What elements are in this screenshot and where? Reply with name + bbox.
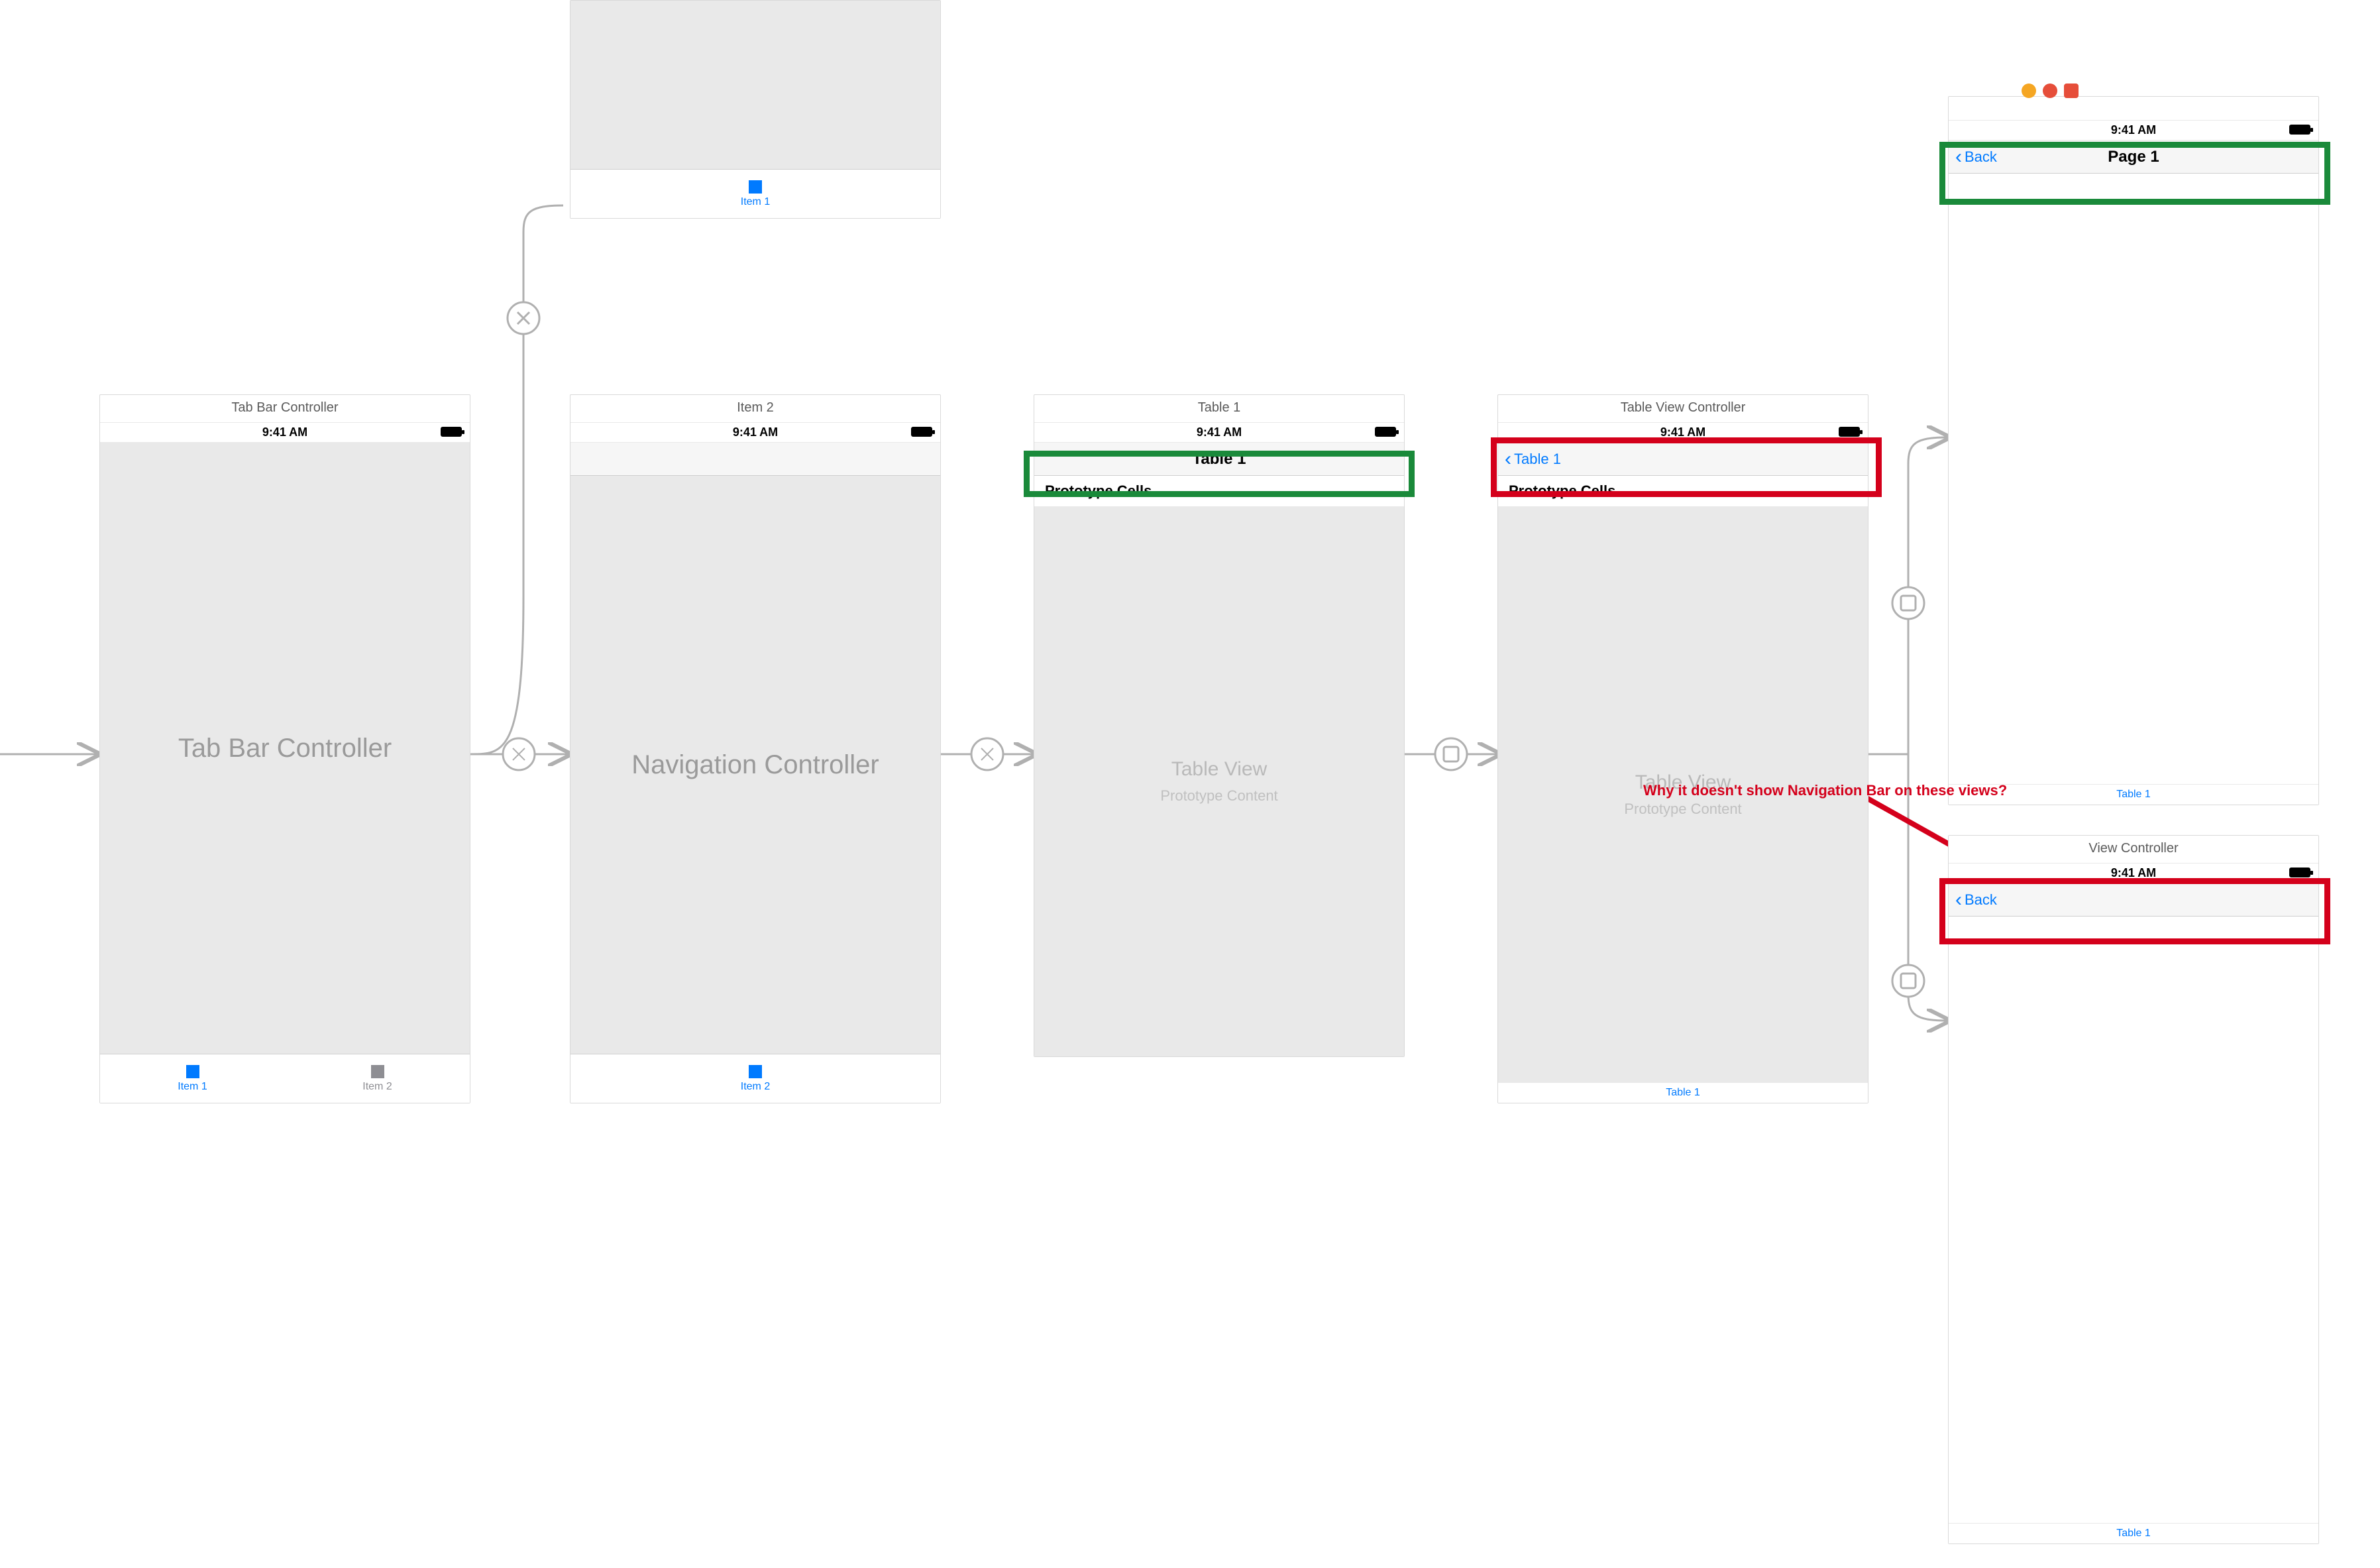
scene-title: Table 1: [1034, 395, 1404, 423]
dock-red-icon: [2043, 84, 2057, 98]
square-icon: [749, 180, 762, 194]
battery-icon: [1375, 427, 1396, 437]
tab-item-2[interactable]: Item 2: [285, 1054, 470, 1103]
prototype-cells-header: Prototype Cells: [1034, 476, 1404, 506]
scene-item1-partial[interactable]: Item 1: [570, 0, 941, 219]
navigation-bar: ‹ Back Page 1: [1949, 140, 2318, 174]
status-bar: 9:41 AM: [1949, 121, 2318, 140]
back-button[interactable]: ‹ Back: [1955, 147, 1997, 167]
status-bar: 9:41 AM: [1498, 423, 1868, 443]
navigation-bar: [570, 443, 940, 476]
square-icon: [371, 1065, 384, 1078]
chevron-left-icon: ‹: [1955, 147, 1962, 167]
status-bar: 9:41 AM: [1949, 864, 2318, 883]
tab-label: Item 1: [178, 1081, 207, 1093]
back-label: Back: [1965, 891, 1997, 909]
time-label: 9:41 AM: [1197, 425, 1242, 439]
tab-bar: Item 1 Item 2: [100, 1054, 470, 1103]
scene-dock-controls: [2022, 84, 2079, 98]
scene-table1[interactable]: Table 1 9:41 AM Table 1 Prototype Cells …: [1034, 394, 1405, 1057]
time-label: 9:41 AM: [733, 425, 778, 439]
back-button[interactable]: ‹ Back: [1955, 890, 1997, 910]
time-label: 9:41 AM: [262, 425, 307, 439]
back-button[interactable]: ‹ Table 1: [1505, 449, 1561, 469]
annotation-text: Why it doesn't show Navigation Bar on th…: [1643, 782, 2041, 799]
battery-icon: [2289, 868, 2310, 877]
scene-title: Item 2: [570, 395, 940, 423]
scene-title: View Controller: [1949, 836, 2318, 864]
scene-title: Table View Controller: [1498, 395, 1868, 423]
prototype-content-label: Prototype Content: [1624, 801, 1741, 818]
chevron-left-icon: ‹: [1505, 449, 1511, 469]
scene-table-view-controller[interactable]: Table View Controller 9:41 AM ‹ Table 1 …: [1497, 394, 1868, 1103]
controller-label: Navigation Controller: [631, 750, 879, 780]
navigation-bar: ‹ Table 1: [1498, 443, 1868, 476]
tab-label: Item 2: [362, 1081, 392, 1093]
tab-item-1[interactable]: Item 1: [570, 170, 940, 218]
scene-tab-bar-controller[interactable]: Tab Bar Controller 9:41 AM Tab Bar Contr…: [99, 394, 470, 1103]
controller-label: Tab Bar Controller: [178, 734, 392, 763]
scene-navigation-controller[interactable]: Item 2 9:41 AM Navigation Controller Ite…: [570, 394, 941, 1103]
dock-yellow-icon: [2022, 84, 2036, 98]
time-label: 9:41 AM: [1660, 425, 1705, 439]
footer-link[interactable]: Table 1: [1498, 1082, 1868, 1103]
square-icon: [186, 1065, 199, 1078]
back-label: Back: [1965, 148, 1997, 166]
navigation-bar: ‹ Back: [1949, 883, 2318, 917]
prototype-cells-header: Prototype Cells: [1498, 476, 1868, 506]
status-bar: 9:41 AM: [1034, 423, 1404, 443]
back-label: Table 1: [1514, 451, 1561, 468]
status-bar: 9:41 AM: [570, 423, 940, 443]
tab-bar: Item 1: [570, 169, 940, 218]
navigation-bar: Table 1: [1034, 443, 1404, 476]
footer-link[interactable]: Table 1: [1949, 1523, 2318, 1543]
square-icon: [749, 1065, 762, 1078]
time-label: 9:41 AM: [2111, 866, 2156, 880]
dock-redbox-icon: [2064, 84, 2079, 98]
chevron-left-icon: ‹: [1955, 890, 1962, 910]
nav-title: Table 1: [1193, 450, 1246, 469]
tableview-label: Table View: [1171, 758, 1268, 781]
tab-item-1[interactable]: Item 1: [100, 1054, 285, 1103]
prototype-content-label: Prototype Content: [1160, 787, 1277, 805]
scene-title: Tab Bar Controller: [100, 395, 470, 423]
battery-icon: [911, 427, 932, 437]
battery-icon: [1839, 427, 1860, 437]
battery-icon: [2289, 125, 2310, 135]
tab-label: Item 2: [741, 1081, 770, 1093]
scene-title-spacer: [1949, 97, 2318, 121]
tab-bar: Item 2: [570, 1054, 940, 1103]
status-bar: 9:41 AM: [100, 423, 470, 443]
scene-page1[interactable]: 9:41 AM ‹ Back Page 1 Table 1: [1948, 96, 2319, 805]
scene-view-controller[interactable]: View Controller 9:41 AM ‹ Back Table 1: [1948, 835, 2319, 1544]
battery-icon: [441, 427, 462, 437]
time-label: 9:41 AM: [2111, 123, 2156, 137]
nav-title: Page 1: [2108, 148, 2159, 166]
tab-item[interactable]: Item 2: [570, 1054, 940, 1103]
tab-label: Item 1: [741, 196, 770, 208]
